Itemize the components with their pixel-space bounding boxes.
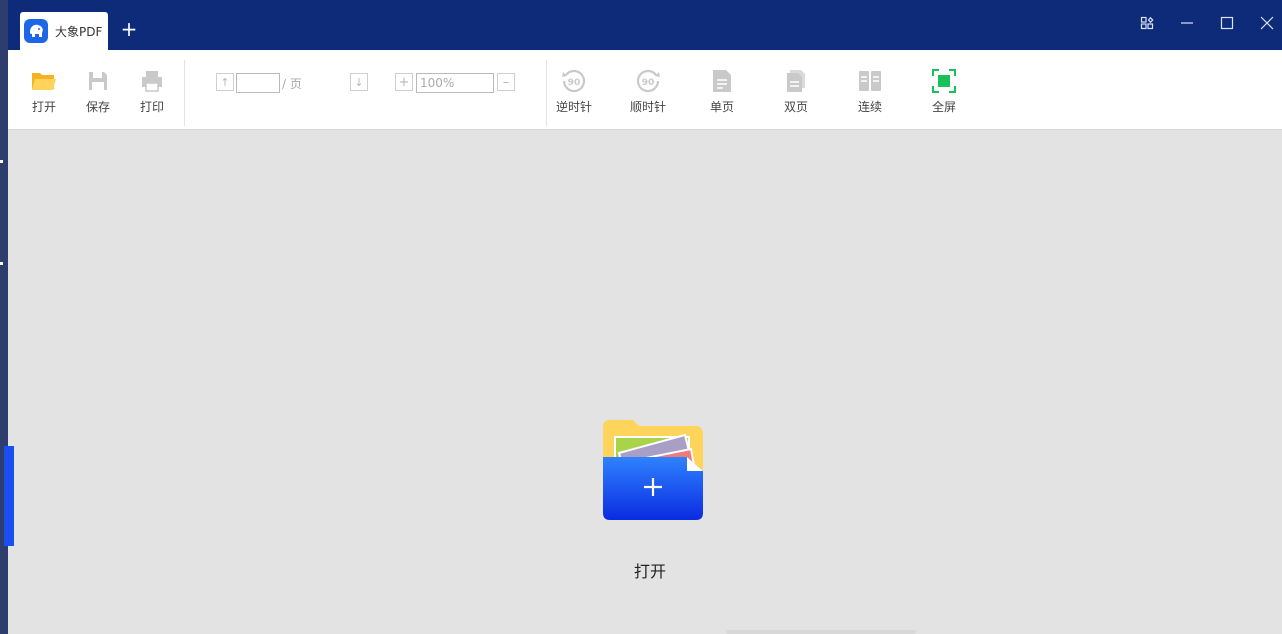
open-file-label: 打开 xyxy=(634,562,667,581)
fullscreen-label: 全屏 xyxy=(931,100,956,114)
double-page-label: 双页 xyxy=(783,100,808,114)
toolbar-divider xyxy=(184,60,185,126)
document-tab[interactable]: 大象PDF xyxy=(20,12,108,50)
open-file-button[interactable] xyxy=(599,419,703,524)
arrow-up-icon: ↑ xyxy=(220,75,230,89)
minus-icon: – xyxy=(502,74,510,90)
single-page-label: 单页 xyxy=(709,100,734,114)
open-button[interactable]: 打开 xyxy=(28,50,60,129)
maximize-icon xyxy=(1220,16,1234,30)
rotate-cw-badge: 90 xyxy=(642,78,655,88)
print-button[interactable]: 打印 xyxy=(136,50,168,129)
pdf-app-window: 大象PDF + 打开 保存 打印 ↑ / 页 ↓ + 100% – 90 逆时针… xyxy=(8,0,1282,634)
continuous-icon xyxy=(858,68,882,94)
folder-open-icon xyxy=(31,68,57,94)
folder-add-icon xyxy=(603,420,703,520)
maximize-button[interactable] xyxy=(1212,10,1242,36)
layout-button[interactable] xyxy=(1132,10,1162,36)
continuous-button[interactable]: 连续 xyxy=(850,50,890,129)
desktop-mark xyxy=(0,160,3,163)
title-bar: 大象PDF + xyxy=(8,0,1282,50)
page-suffix-label: / 页 xyxy=(282,77,302,91)
plus-icon: + xyxy=(398,74,410,90)
rotate-ccw-icon: 90 xyxy=(561,68,587,94)
printer-icon xyxy=(141,68,163,94)
rotate-ccw-button[interactable]: 90 逆时针 xyxy=(554,50,594,129)
single-page-button[interactable]: 单页 xyxy=(702,50,742,129)
page-number-input[interactable] xyxy=(236,73,280,93)
prev-page-button[interactable]: ↑ xyxy=(216,73,234,91)
new-tab-button[interactable]: + xyxy=(118,18,140,42)
zoom-input[interactable]: 100% xyxy=(416,73,494,93)
arrow-down-icon: ↓ xyxy=(354,75,364,89)
save-button[interactable]: 保存 xyxy=(82,50,114,129)
toolbar-divider xyxy=(546,60,547,126)
desktop-strip xyxy=(0,0,14,634)
horizontal-scrollbar[interactable] xyxy=(726,630,916,634)
close-button[interactable] xyxy=(1252,10,1282,36)
layout-icon xyxy=(1140,16,1154,30)
print-label: 打印 xyxy=(139,100,164,114)
continuous-label: 连续 xyxy=(857,100,882,114)
minimize-button[interactable] xyxy=(1172,10,1202,36)
desktop-mark xyxy=(0,262,3,265)
save-icon xyxy=(87,68,109,94)
fullscreen-button[interactable]: 全屏 xyxy=(924,50,964,129)
document-area: 打开 xyxy=(14,130,1282,634)
minimize-icon xyxy=(1181,22,1193,24)
zoom-out-button[interactable]: – xyxy=(497,73,515,91)
app-logo-icon xyxy=(24,19,48,43)
single-page-icon xyxy=(711,68,733,94)
rotate-cw-icon: 90 xyxy=(635,68,661,94)
open-label: 打开 xyxy=(31,100,56,114)
zoom-in-button[interactable]: + xyxy=(395,73,413,91)
fullscreen-icon xyxy=(932,68,956,94)
double-page-button[interactable]: 双页 xyxy=(776,50,816,129)
rotate-ccw-badge: 90 xyxy=(568,78,581,88)
next-page-button[interactable]: ↓ xyxy=(350,73,368,91)
save-label: 保存 xyxy=(85,100,110,114)
toolbar: 打开 保存 打印 ↑ / 页 ↓ + 100% – 90 逆时针 90 顺时针 … xyxy=(8,50,1282,130)
rotate-ccw-label: 逆时针 xyxy=(555,100,592,114)
rotate-cw-label: 顺时针 xyxy=(629,100,666,114)
close-icon xyxy=(1260,16,1274,30)
tab-title: 大象PDF xyxy=(55,24,103,39)
rotate-cw-button[interactable]: 90 顺时针 xyxy=(628,50,668,129)
double-page-icon xyxy=(785,68,807,94)
